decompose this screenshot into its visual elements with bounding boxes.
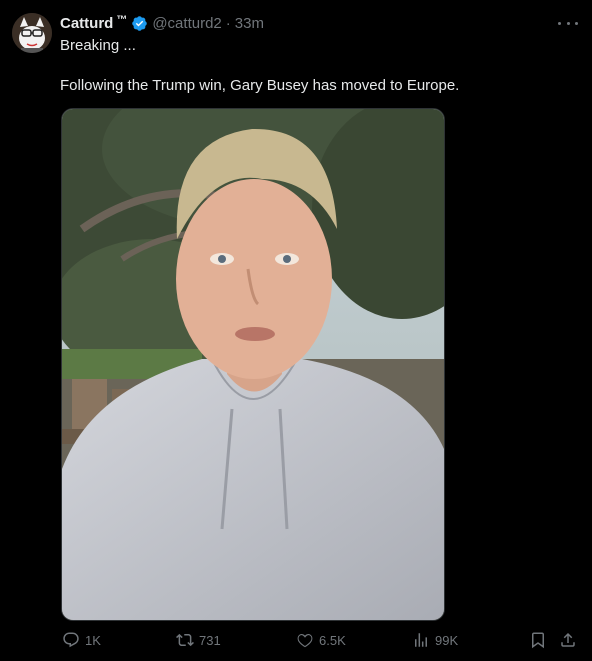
tweet-text-line1: Breaking ... [60, 37, 136, 54]
author-name-suffix: ™ [116, 14, 128, 26]
tweet-media-video[interactable] [61, 108, 445, 621]
views-count: 99K [435, 632, 459, 648]
bookmark-button[interactable] [529, 631, 547, 649]
like-button[interactable]: 6.5K [296, 631, 346, 649]
avatar[interactable] [12, 13, 52, 53]
repost-count: 731 [199, 632, 221, 648]
like-count: 6.5K [319, 632, 346, 648]
reply-icon [63, 632, 79, 648]
repost-button[interactable]: 731 [176, 631, 221, 649]
author-name[interactable]: Catturd [60, 15, 113, 32]
bookmark-icon [532, 632, 544, 649]
author-handle[interactable]: @catturd2 [152, 15, 221, 32]
video-frame-image [62, 109, 444, 620]
share-icon [561, 632, 575, 647]
repost-icon [176, 633, 194, 647]
tweet-header: Catturd ™ @catturd2 · 33m [60, 13, 264, 33]
timestamp[interactable]: 33m [235, 15, 264, 32]
reply-count: 1K [85, 632, 101, 648]
tweet-actions-bar: 1K 731 6.5K 99K [0, 626, 592, 656]
tweet[interactable]: Catturd ™ @catturd2 · 33m Breaking ... F… [0, 0, 592, 661]
separator-dot: · [225, 14, 231, 32]
tweet-text-line2: Following the Trump win, Gary Busey has … [60, 77, 460, 94]
verified-badge-icon [132, 15, 148, 31]
more-icon[interactable] [558, 14, 578, 32]
views-button[interactable]: 99K [412, 631, 458, 649]
share-button[interactable] [559, 631, 577, 649]
views-icon [415, 633, 427, 647]
reply-button[interactable]: 1K [62, 631, 101, 649]
like-icon [297, 633, 313, 648]
